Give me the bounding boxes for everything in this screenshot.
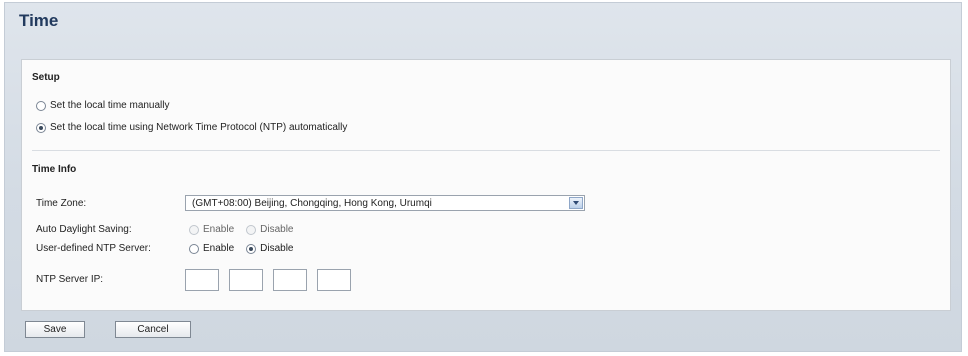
ntp-ip-octet-4[interactable]: [317, 269, 351, 291]
ntp-disable-label: Disable: [260, 243, 294, 254]
save-button[interactable]: Save: [25, 321, 85, 338]
daylight-disable-label: Disable: [260, 224, 294, 235]
radio-button-checked[interactable]: [246, 243, 257, 254]
daylight-disable-option[interactable]: Disable: [246, 224, 294, 235]
ntp-disable-option[interactable]: Disable: [246, 243, 294, 254]
page-title: Time: [19, 11, 59, 30]
radio-label: Set the local time manually: [50, 100, 170, 111]
ntp-ip-octet-1[interactable]: [185, 269, 219, 291]
section-divider: [32, 150, 940, 151]
ntp-server-ip-label: NTP Server IP:: [36, 274, 104, 285]
radio-set-time-manually[interactable]: Set the local time manually: [36, 100, 170, 111]
daylight-enable-label: Enable: [203, 224, 235, 235]
user-defined-ntp-label: User-defined NTP Server:: [36, 243, 151, 254]
time-zone-select[interactable]: (GMT+08:00) Beijing, Chongqing, Hong Kon…: [185, 195, 585, 211]
time-settings-window: Time Setup Set the local time manually S…: [4, 2, 962, 352]
radio-label: Set the local time using Network Time Pr…: [50, 122, 348, 133]
time-zone-value: (GMT+08:00) Beijing, Chongqing, Hong Kon…: [192, 197, 432, 209]
time-zone-label: Time Zone:: [36, 198, 87, 209]
ntp-ip-octet-2[interactable]: [229, 269, 263, 291]
daylight-enable-option[interactable]: Enable: [189, 224, 234, 235]
radio-button-disabled[interactable]: [246, 224, 257, 235]
ntp-ip-octet-3[interactable]: [273, 269, 307, 291]
dropdown-arrow-icon[interactable]: [569, 197, 583, 209]
ntp-enable-option[interactable]: Enable: [189, 243, 234, 254]
cancel-button[interactable]: Cancel: [115, 321, 191, 338]
time-info-section-title: Time Info: [32, 164, 77, 175]
radio-set-time-ntp[interactable]: Set the local time using Network Time Pr…: [36, 122, 347, 133]
radio-button[interactable]: [189, 243, 199, 254]
auto-daylight-saving-options: Enable Disable: [189, 224, 306, 235]
radio-button[interactable]: [36, 100, 46, 111]
auto-daylight-saving-label: Auto Daylight Saving:: [36, 224, 132, 235]
user-defined-ntp-options: Enable Disable: [189, 243, 306, 254]
radio-button-checked[interactable]: [36, 122, 46, 133]
radio-button-disabled[interactable]: [189, 224, 199, 235]
settings-panel: Setup Set the local time manually Set th…: [21, 59, 951, 311]
setup-section-title: Setup: [32, 72, 60, 83]
ntp-enable-label: Enable: [203, 243, 235, 254]
